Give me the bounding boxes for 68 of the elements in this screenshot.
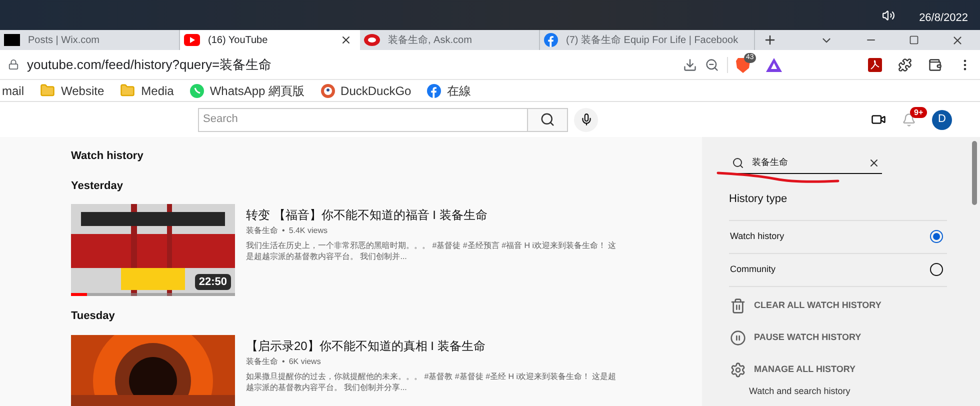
radio-button[interactable] (930, 263, 943, 276)
search-field[interactable]: Search (198, 108, 528, 132)
video-title[interactable]: 转变 【福音】你不能不知道的福音 I 装备生命 (246, 205, 618, 225)
clear-search-icon[interactable] (868, 156, 880, 168)
view-count: 6K views (288, 356, 321, 368)
facebook-icon (427, 84, 442, 98)
create-video-icon[interactable] (871, 112, 886, 127)
duck-icon (320, 84, 335, 98)
scrollbar[interactable] (968, 137, 980, 406)
day-heading: Tuesday (71, 309, 116, 324)
separator-dot: • (282, 356, 285, 368)
separator-dot: • (282, 225, 285, 237)
search-icon (540, 112, 555, 127)
search-button[interactable] (528, 108, 568, 132)
video-title[interactable]: 【启示录20】你不能不知道的真相 I 装备生命 (246, 336, 618, 356)
new-tab-icon[interactable] (763, 33, 777, 47)
avatar[interactable]: D (932, 110, 952, 130)
maximize-icon[interactable] (909, 35, 919, 45)
pause-icon (730, 330, 746, 346)
page-title: Watch history (71, 149, 144, 164)
site-icon (4, 34, 20, 46)
extensions-icon[interactable] (898, 58, 912, 72)
bookmark-item[interactable]: Media (120, 82, 174, 100)
history-action-button[interactable]: PAUSE WATCH HISTORY (730, 328, 947, 346)
notifications-icon[interactable] (902, 112, 916, 126)
radio-button[interactable] (930, 230, 943, 243)
history-action-button[interactable]: MANAGE ALL HISTORY (730, 360, 947, 378)
youtube-icon (184, 34, 200, 46)
trash-icon (730, 298, 746, 314)
history-search-field[interactable]: 装备生命 (730, 152, 882, 174)
channel-name[interactable]: 装备生命 (246, 356, 278, 368)
settings-icon (730, 362, 746, 378)
channel-name[interactable]: 装备生命 (246, 225, 278, 237)
facebook-icon (544, 33, 558, 47)
bookmark-item[interactable]: DuckDuckGo (320, 82, 412, 100)
mic-icon (580, 113, 592, 126)
close-tab-icon[interactable] (340, 34, 352, 46)
view-count: 5.4K views (288, 225, 328, 237)
voice-search-button[interactable] (574, 108, 598, 132)
browser-tab[interactable]: (16) YouTube (180, 30, 360, 50)
history-action-button[interactable]: CLEAR ALL WATCH HISTORY (730, 296, 947, 314)
history-type-option[interactable]: Watch history (729, 220, 947, 252)
notification-badge: 9+ (910, 106, 928, 118)
triangle-icon[interactable] (766, 58, 782, 72)
bookmark-item[interactable]: WhatsApp 網頁版 (190, 82, 305, 100)
bookmark-item[interactable]: Website (40, 82, 104, 100)
volume-icon[interactable] (882, 9, 896, 22)
history-type-label: History type (729, 192, 788, 207)
video-description: 如果撒旦提醒你的过去，你就提醒他的未来。。。 #基督教 #基督徒 #圣经 H i欢迎来到装备生命！ 这是超越宗派的基督教内容平台。 我们创制并分享... (246, 370, 618, 392)
pdf-icon[interactable] (868, 58, 882, 72)
whatsapp-icon (190, 84, 204, 98)
history-link[interactable]: Watch and search history (749, 384, 947, 398)
duration-badge: 22:50 (194, 274, 231, 290)
wallet-icon[interactable] (928, 58, 942, 72)
folder-icon (40, 83, 56, 98)
lock-icon (8, 59, 19, 70)
taskbar-date: 26/8/2022 (919, 10, 968, 26)
install-icon[interactable] (683, 58, 697, 72)
day-heading: Yesterday (71, 178, 124, 194)
search-icon (732, 156, 744, 168)
folder-icon (120, 83, 136, 98)
history-type-option[interactable]: Community (729, 252, 947, 286)
bookmark-item[interactable]: mail (2, 82, 24, 100)
video-description: 我们生活在历史上，一个非常邪恶的黑暗时期。。。 #基督徒 #圣经预言 #福音 H i欢迎来到装备生命！ 这是超越宗派的基督教内容平台。 我们创制并... (246, 240, 618, 262)
zoom-icon[interactable] (705, 58, 719, 72)
close-window-icon[interactable] (951, 34, 964, 46)
site-icon (364, 33, 380, 47)
bookmark-item[interactable]: 在線 (427, 82, 472, 100)
